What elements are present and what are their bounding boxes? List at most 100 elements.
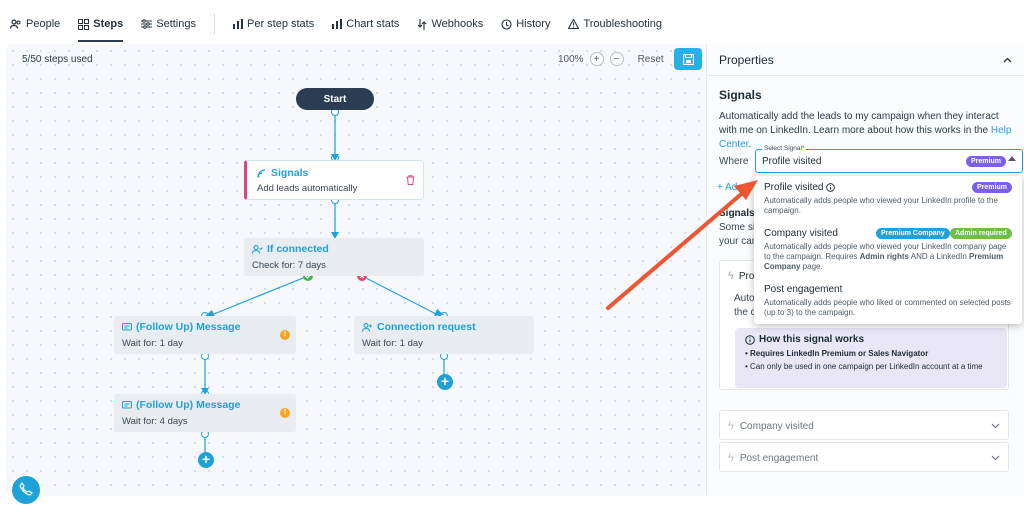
- accordion-profile-label: Pro: [738, 270, 755, 282]
- accordion-profile-desc-1: Auto: [734, 293, 755, 304]
- signal-options-menu: Profile visited Premium Automatically ad…: [754, 176, 1022, 324]
- signals-description-text: Automatically add the leads to my campai…: [719, 111, 999, 136]
- option-company-visited[interactable]: Company visited Premium Company Admin re…: [764, 228, 1014, 272]
- user-add-icon: [362, 322, 372, 332]
- warning-icon: [568, 19, 580, 29]
- bolt-icon: ϟ: [728, 269, 734, 282]
- accordion-post-engagement[interactable]: ϟ Post engagement: [719, 442, 1009, 472]
- tab-per-step-stats-label: Per step stats: [246, 18, 315, 30]
- chevron-down-icon: [991, 423, 1000, 429]
- if-connected-node-subtitle: Check for: 7 days: [252, 260, 326, 271]
- chevron-down-icon: [991, 455, 1000, 461]
- option-profile-visited[interactable]: Profile visited Premium Automatically ad…: [764, 182, 1014, 216]
- company-desc-b: Admin rights: [859, 252, 909, 261]
- phone-icon: [19, 482, 33, 496]
- add-step-button-right[interactable]: +: [437, 374, 453, 390]
- tab-webhooks-label: Webhooks: [431, 18, 484, 30]
- nav-separator: [213, 13, 215, 35]
- how-signal-works-box: How this signal works • Requires LinkedI…: [735, 328, 1007, 388]
- option-admin-required-badge: Admin required: [950, 228, 1012, 239]
- follow-up-message-1-subtitle: Wait for: 1 day: [122, 338, 183, 349]
- option-premium-badge: Premium: [972, 182, 1012, 193]
- select-signal-label: Select Signal*: [762, 145, 807, 152]
- follow-up-message-1-title: (Follow Up) Message: [136, 321, 241, 333]
- follow-up-message-node-2[interactable]: (Follow Up) Message Wait for: 4 days !: [114, 394, 296, 432]
- connection-request-node[interactable]: Connection request Wait for: 1 day: [354, 316, 534, 354]
- if-connected-node[interactable]: If connected Check for: 7 days: [244, 238, 424, 276]
- option-post-engagement[interactable]: Post engagement Automatically adds peopl…: [764, 284, 1014, 318]
- flow-canvas[interactable]: 5/50 steps used 100% + − Reset Start Sig…: [6, 44, 706, 496]
- accordion-post-label: Post engagement: [739, 452, 819, 464]
- follow-up-message-node-1[interactable]: (Follow Up) Message Wait for: 1 day !: [114, 316, 296, 354]
- description-end: .: [748, 139, 752, 150]
- option-premium-company-badge: Premium Company: [876, 228, 950, 239]
- settings-icon: [141, 19, 153, 29]
- user-check-icon: [252, 244, 263, 254]
- warning-badge-icon: !: [280, 408, 290, 418]
- if-connected-node-title: If connected: [267, 243, 329, 255]
- signals-node-subtitle: Add leads automatically: [257, 183, 358, 194]
- option-profile-desc: Automatically adds people who viewed you…: [764, 196, 998, 215]
- premium-badge: Premium: [966, 156, 1006, 167]
- add-signal-link[interactable]: + Ad: [717, 182, 737, 193]
- option-company-desc: Automatically adds people who viewed you…: [764, 242, 1014, 272]
- top-navigation: People Steps Settings Per step stats Cha…: [0, 0, 706, 48]
- properties-header[interactable]: Properties: [707, 44, 1024, 76]
- add-step-button-left[interactable]: +: [198, 452, 214, 468]
- tab-chart-stats[interactable]: Chart stats: [332, 0, 399, 48]
- where-label: Where: [719, 156, 749, 167]
- option-post-title: Post engagement: [764, 284, 843, 295]
- webhooks-icon: [418, 18, 427, 30]
- tab-chart-stats-label: Chart stats: [346, 18, 400, 30]
- tab-steps[interactable]: Steps: [78, 0, 123, 48]
- history-icon: [501, 18, 512, 30]
- company-desc-e: page.: [800, 262, 823, 271]
- signals-subheading: Signals: [719, 208, 755, 219]
- tab-history[interactable]: History: [501, 0, 550, 48]
- chat-support-button[interactable]: [10, 474, 42, 506]
- properties-title: Properties: [719, 52, 774, 67]
- connection-request-title: Connection request: [377, 321, 476, 333]
- warning-badge-icon: !: [280, 330, 290, 340]
- tab-settings[interactable]: Settings: [141, 0, 196, 48]
- info-icon: [826, 183, 836, 192]
- tab-steps-label: Steps: [93, 18, 124, 30]
- how-line-1: • Requires LinkedIn Premium or Sales Nav…: [745, 349, 929, 358]
- follow-up-message-2-subtitle: Wait for: 4 days: [122, 416, 188, 427]
- steps-icon: [78, 18, 90, 30]
- trash-icon[interactable]: [406, 175, 415, 185]
- how-line-2: • Can only be used in one campaign per L…: [745, 362, 983, 371]
- tab-people-label: People: [26, 18, 61, 30]
- info-icon: [745, 334, 755, 345]
- start-node[interactable]: Start: [296, 88, 374, 110]
- select-signal-value: Profile visited: [762, 156, 822, 167]
- people-icon: [10, 19, 21, 29]
- bar-chart-icon: [332, 19, 343, 29]
- wifi-signal-icon: [257, 168, 266, 177]
- message-icon: [122, 322, 132, 331]
- tab-history-label: History: [516, 18, 551, 30]
- option-company-title: Company visited: [764, 228, 838, 239]
- message-icon: [122, 400, 132, 409]
- accordion-company-visited[interactable]: ϟ Company visited: [719, 410, 1009, 440]
- how-title: How this signal works: [759, 334, 865, 345]
- tab-troubleshooting-label: Troubleshooting: [583, 18, 662, 30]
- option-profile-title: Profile visited: [764, 182, 824, 193]
- option-post-desc: Automatically adds people who liked or c…: [764, 298, 1011, 317]
- signals-node-title: Signals: [271, 167, 309, 179]
- tab-per-step-stats[interactable]: Per step stats: [232, 0, 315, 48]
- bolt-icon: ϟ: [728, 419, 734, 432]
- connection-request-subtitle: Wait for: 1 day: [362, 338, 423, 349]
- accordion-profile-desc-2: the c: [734, 307, 756, 318]
- select-signal-dropdown[interactable]: Select Signal* Profile visited Premium: [755, 145, 1023, 173]
- tab-webhooks[interactable]: Webhooks: [417, 0, 483, 48]
- signals-node[interactable]: Signals Add leads automatically: [244, 160, 424, 200]
- tab-people[interactable]: People: [10, 0, 60, 48]
- tab-troubleshooting[interactable]: Troubleshooting: [568, 0, 662, 48]
- chevron-up-icon: [1008, 156, 1016, 161]
- chevron-up-icon[interactable]: [1003, 57, 1012, 63]
- company-desc-c: AND a LinkedIn: [908, 252, 969, 261]
- bolt-icon: ϟ: [728, 451, 734, 464]
- follow-up-message-2-title: (Follow Up) Message: [136, 399, 241, 411]
- tab-settings-label: Settings: [156, 18, 196, 30]
